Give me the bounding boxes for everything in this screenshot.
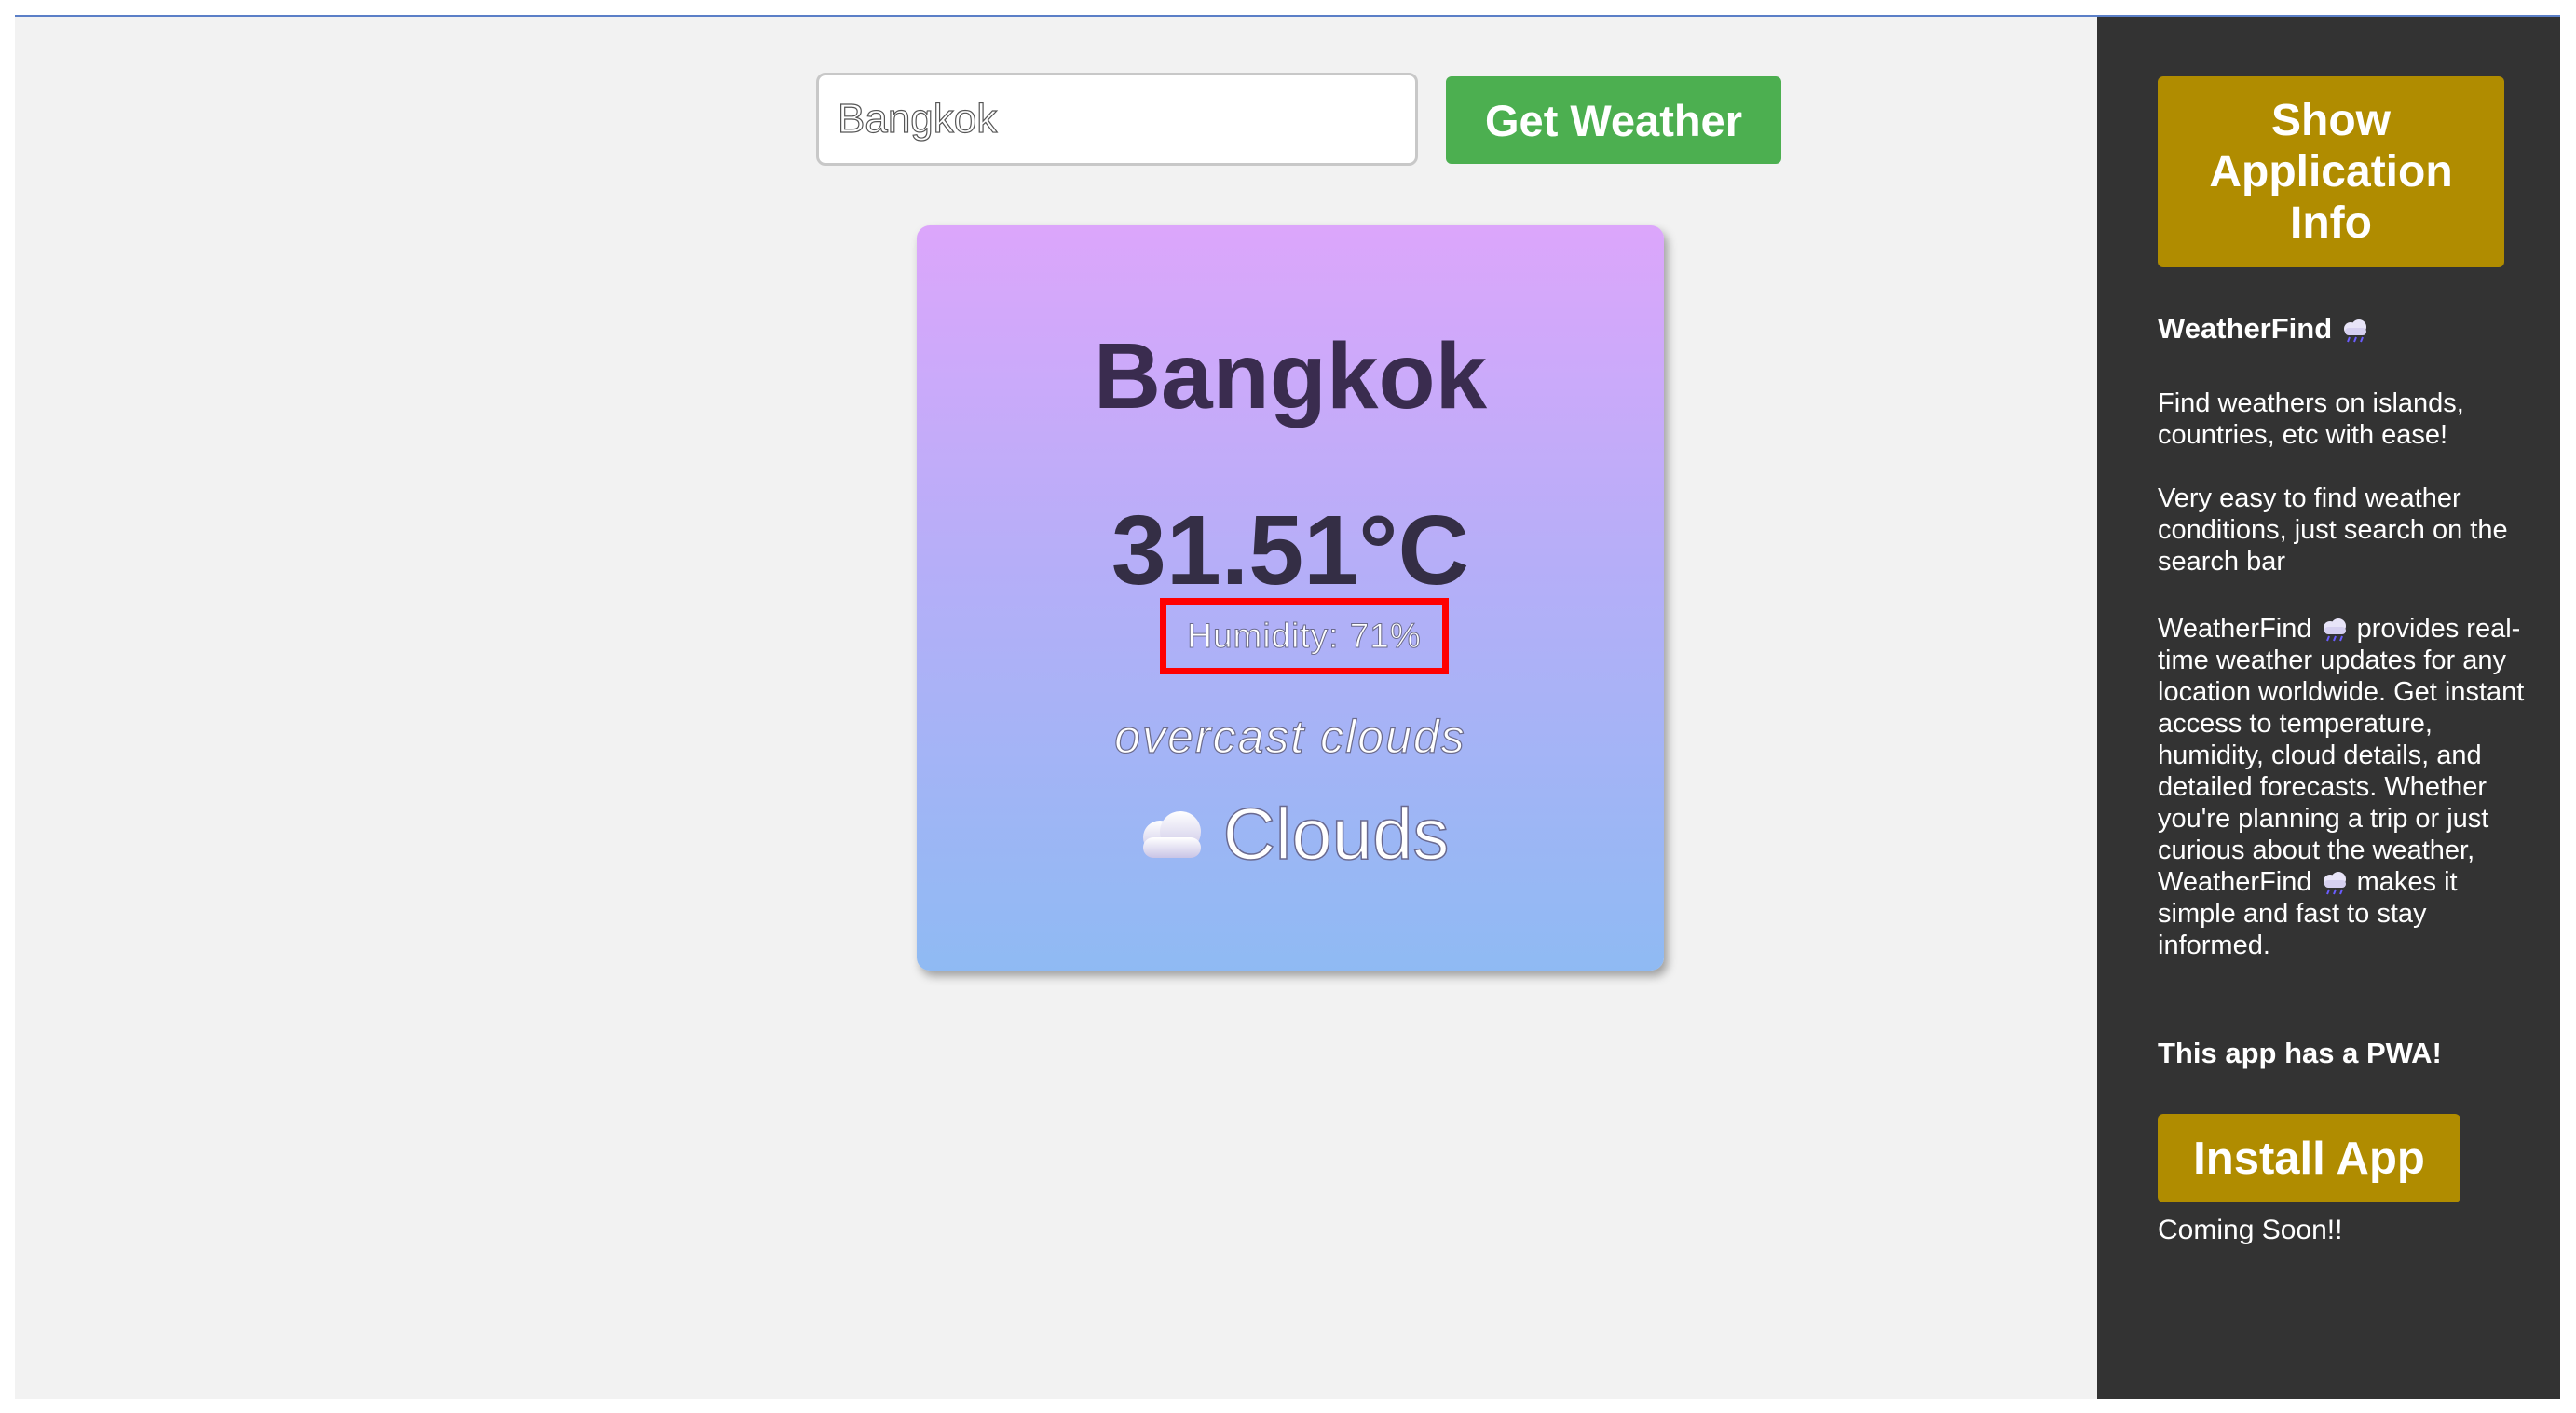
cloud-icon <box>1142 810 1201 858</box>
main-area: Get Weather Bangkok 31.51°C Humidity: 71… <box>15 17 2097 1399</box>
app-name-heading: WeatherFind <box>2158 313 2540 345</box>
cloud-with-rain-icon <box>2323 618 2346 642</box>
install-app-button[interactable]: Install App <box>2158 1114 2460 1202</box>
weather-card: Bangkok 31.51°C Humidity: 71% overcast c… <box>917 225 1664 971</box>
humidity-highlight-box: Humidity: 71% <box>1160 598 1449 674</box>
coming-soon-text: Coming Soon!! <box>2158 1215 2343 1245</box>
pwa-notice: This app has a PWA! <box>2158 1037 2442 1069</box>
weather-description: overcast clouds <box>1114 710 1466 763</box>
condition-label: Clouds <box>1222 792 1450 876</box>
humidity-value: Humidity: 71% <box>1187 617 1422 656</box>
app-name-inline: WeatherFind <box>2158 867 2312 897</box>
get-weather-button[interactable]: Get Weather <box>1446 76 1781 164</box>
tagline-text: Find weathers on islands, countries, etc… <box>2158 388 2464 450</box>
city-name: Bangkok <box>1093 324 1488 428</box>
city-search-input[interactable] <box>816 73 1418 166</box>
temperature-value: 31.51°C <box>1111 496 1470 605</box>
app-name-inline: WeatherFind <box>2158 614 2312 644</box>
cloud-with-rain-icon <box>2323 872 2346 895</box>
description-text: provides real-time weather updates for a… <box>2158 614 2525 865</box>
description-paragraph: WeatherFind provides real-time weather u… <box>2158 613 2540 961</box>
usage-text: Very easy to find weather conditions, ju… <box>2158 483 2508 577</box>
app-name: WeatherFind <box>2158 312 2333 345</box>
weather-condition: Clouds <box>917 792 1664 876</box>
page-frame: Get Weather Bangkok 31.51°C Humidity: 71… <box>15 15 2560 1399</box>
info-sidebar: Show Application Info WeatherFind Find w… <box>2097 17 2560 1399</box>
cloud-with-rain-icon <box>2343 319 2366 343</box>
show-application-info-button[interactable]: Show Application Info <box>2158 76 2504 267</box>
